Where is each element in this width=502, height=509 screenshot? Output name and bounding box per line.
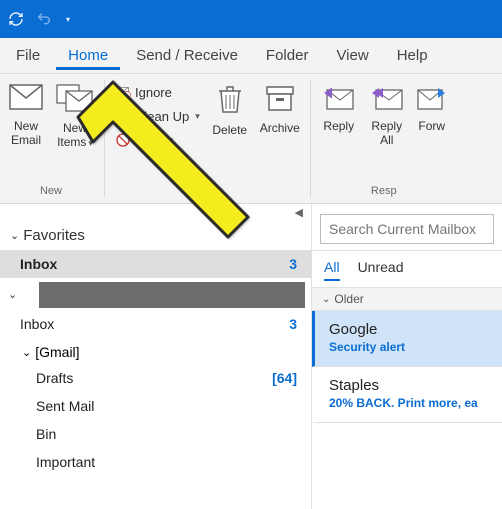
tab-view[interactable]: View <box>324 41 380 70</box>
tab-help[interactable]: Help <box>385 41 440 70</box>
refresh-icon[interactable] <box>8 11 24 27</box>
group-label-delete: Delete <box>109 185 306 201</box>
envelope-icon <box>9 84 43 115</box>
message-list-pane: All Unread ⌄ Older Google Security alert… <box>312 204 502 509</box>
qat-customize-icon[interactable]: ▾ <box>64 15 70 24</box>
ignore-button[interactable]: Ignore <box>113 82 202 102</box>
filter-unread[interactable]: Unread <box>358 259 404 281</box>
junk-button[interactable]: Junk▾ <box>113 130 202 150</box>
collapse-nav-icon[interactable]: ◀ <box>0 204 311 219</box>
forward-icon <box>417 84 447 115</box>
reply-all-icon <box>370 84 404 115</box>
message-sender: Google <box>329 321 488 338</box>
search-input[interactable] <box>320 214 494 244</box>
delete-button[interactable]: Delete <box>206 78 254 185</box>
undo-icon <box>36 11 52 27</box>
nav-favorites-inbox[interactable]: Inbox 3 <box>0 250 311 278</box>
ribbon-tabs: File Home Send / Receive Folder View Hel… <box>0 38 502 74</box>
archive-icon <box>265 84 295 117</box>
chevron-down-icon: ⌄ <box>10 229 19 242</box>
chevron-down-icon: ⌄ <box>322 294 330 305</box>
nav-sent-mail[interactable]: Sent Mail <box>0 392 311 420</box>
trash-icon <box>216 84 244 119</box>
nav-important[interactable]: Important <box>0 448 311 476</box>
tab-file[interactable]: File <box>4 41 52 70</box>
tab-send-receive[interactable]: Send / Receive <box>124 41 250 70</box>
new-items-button[interactable]: New Items▾ <box>50 78 100 185</box>
forward-button[interactable]: Forw <box>411 78 453 185</box>
chevron-down-icon[interactable]: ⌄ <box>0 286 17 303</box>
filter-all[interactable]: All <box>324 259 340 281</box>
account-header[interactable] <box>39 282 305 308</box>
message-subject: Security alert <box>329 340 488 354</box>
tab-folder[interactable]: Folder <box>254 41 321 70</box>
group-label-new: New <box>2 185 100 201</box>
nav-drafts[interactable]: Drafts [64] <box>0 364 311 392</box>
message-sender: Staples <box>329 377 488 394</box>
group-label-respond: Resp <box>315 185 453 201</box>
message-item[interactable]: Google Security alert <box>312 311 502 367</box>
folder-pane: ◀ ⌄ Favorites Inbox 3 ⌄ Inbox 3 ⌄ [Gmail… <box>0 204 312 509</box>
chevron-down-icon: ⌄ <box>22 346 31 359</box>
reply-all-button[interactable]: Reply All <box>363 78 411 185</box>
archive-button[interactable]: Archive <box>254 78 306 185</box>
cleanup-button[interactable]: Clean Up▾ <box>113 106 202 126</box>
items-icon <box>56 84 94 117</box>
new-email-button[interactable]: New Email <box>2 78 50 185</box>
reply-button[interactable]: Reply <box>315 78 363 185</box>
message-subject: 20% BACK. Print more, ea <box>329 396 488 410</box>
tab-home[interactable]: Home <box>56 41 120 70</box>
favorites-header[interactable]: ⌄ Favorites <box>0 219 311 250</box>
nav-bin[interactable]: Bin <box>0 420 311 448</box>
nav-gmail[interactable]: ⌄ [Gmail] <box>0 338 311 364</box>
message-item[interactable]: Staples 20% BACK. Print more, ea <box>312 367 502 423</box>
group-older[interactable]: ⌄ Older <box>312 288 502 311</box>
nav-inbox[interactable]: Inbox 3 <box>0 310 311 338</box>
reply-icon <box>323 84 355 115</box>
